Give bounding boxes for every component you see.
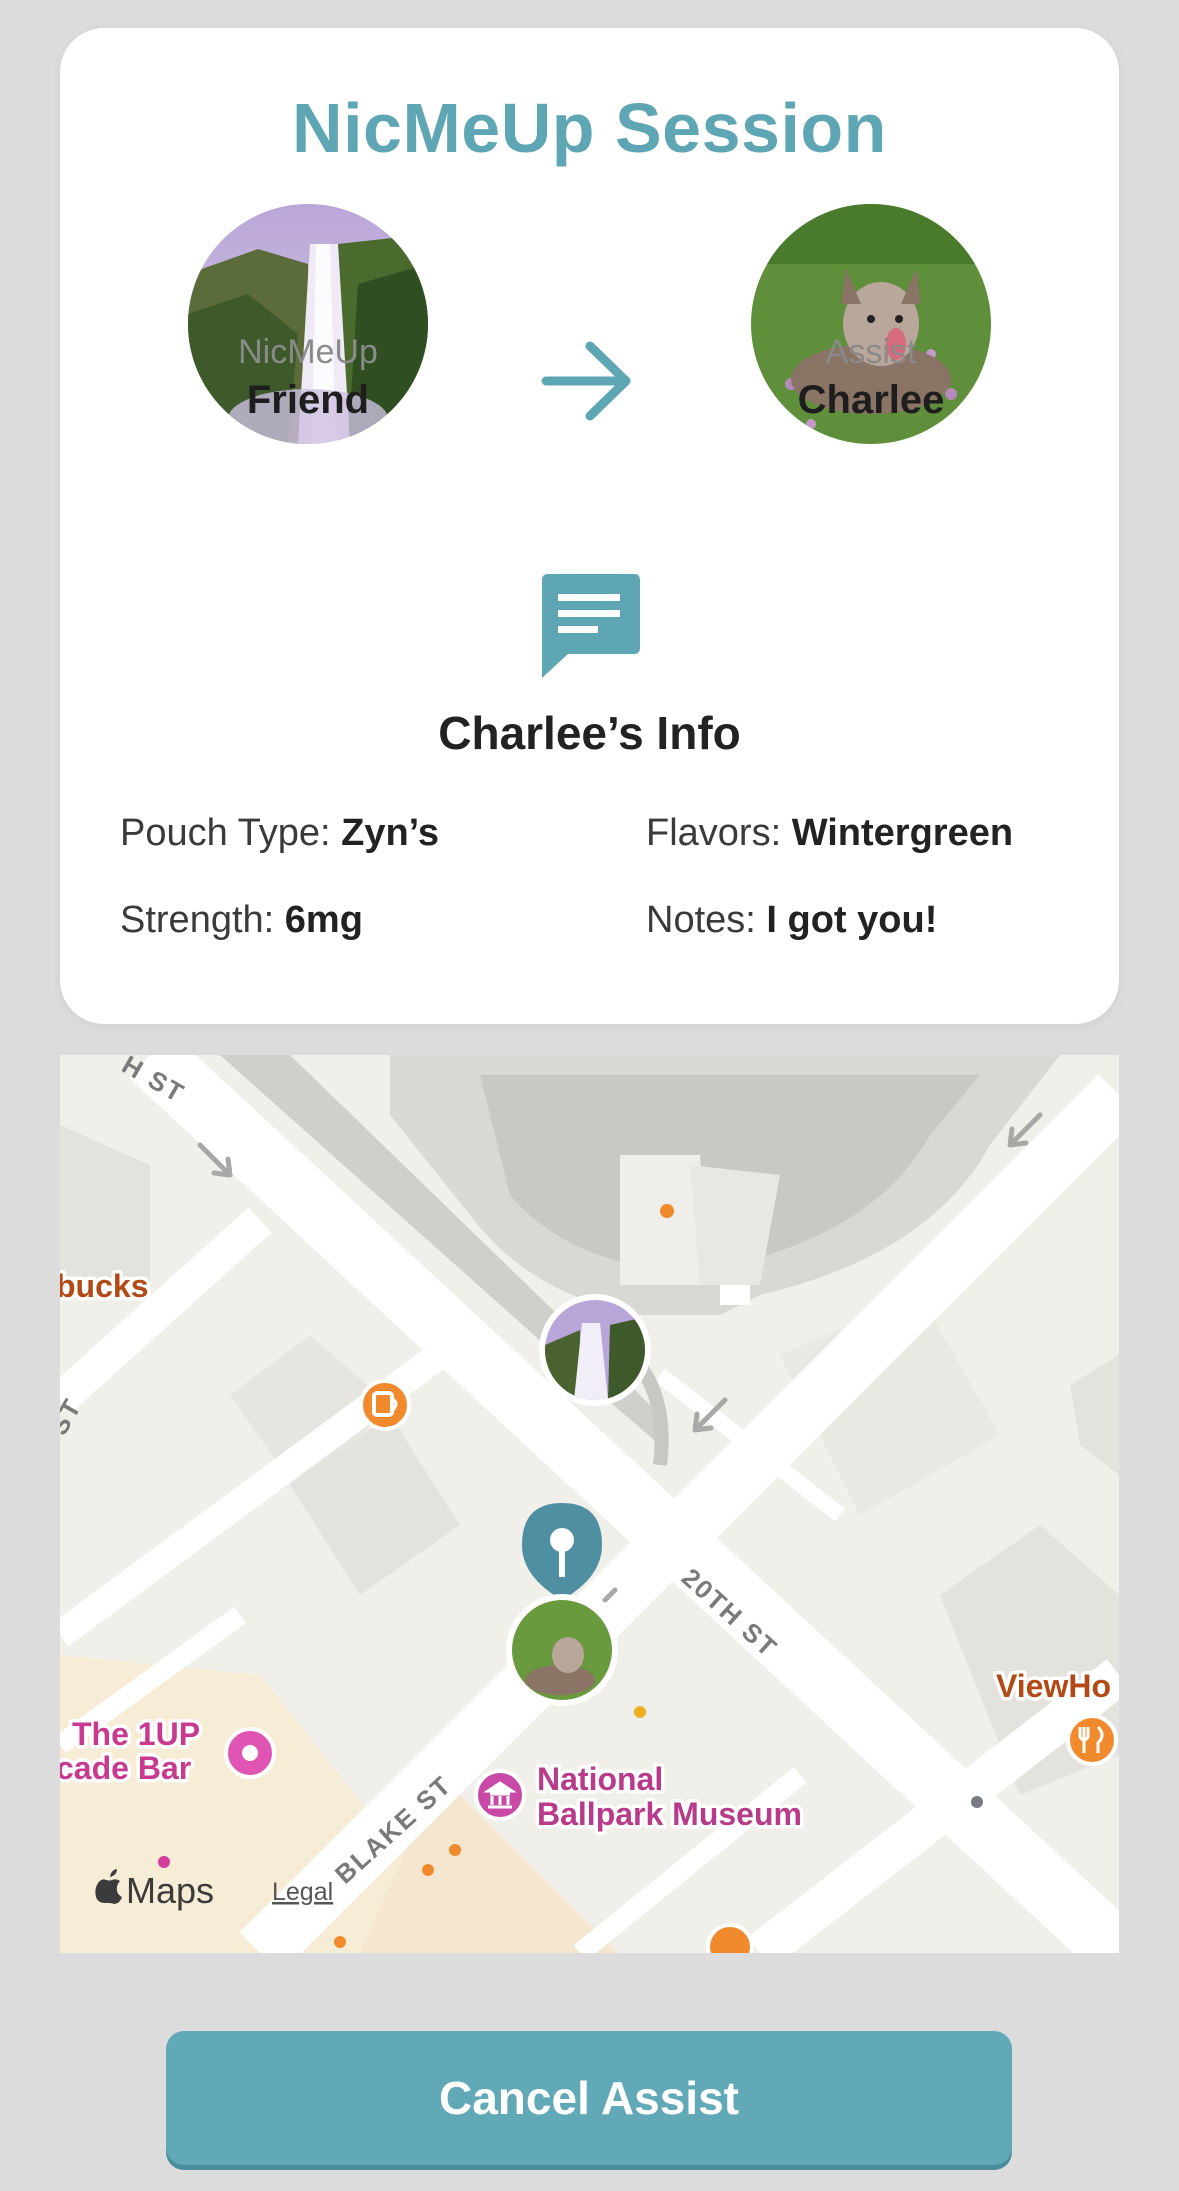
cafe-poi-icon[interactable] (359, 1379, 411, 1431)
legal-link[interactable]: Legal (272, 1878, 333, 1906)
viewhouse-label[interactable]: ViewHo (993, 1665, 1115, 1708)
arrow-right-icon (541, 341, 631, 421)
flavors-value: Wintergreen (791, 812, 1014, 854)
friend-location-marker[interactable] (539, 1294, 651, 1406)
maps-attribution: Maps (126, 1870, 214, 1911)
notes-field: Notes: I got you! (646, 899, 937, 942)
friend-name: Friend (246, 378, 370, 422)
bar-label-line2[interactable]: cade Bar (60, 1747, 195, 1790)
pouch-type-field: Pouch Type: Zyn’s (120, 812, 439, 855)
restaurant-poi-icon[interactable] (1066, 1714, 1118, 1766)
charlee-name: Charlee (797, 378, 945, 422)
bar-poi-icon[interactable] (224, 1727, 276, 1779)
charlee-location-marker[interactable] (506, 1594, 618, 1706)
notes-label: Notes: (646, 899, 767, 941)
museum-poi-icon[interactable] (474, 1769, 526, 1821)
charlee-role: Assist (825, 333, 917, 371)
museum-label-line2[interactable]: Ballpark Museum (534, 1793, 806, 1836)
map-view[interactable]: bucks The 1UP cade Bar National Ballpark… (60, 1055, 1119, 1953)
info-title: Charlee’s Info (438, 707, 741, 759)
cancel-assist-button[interactable]: Cancel Assist (166, 2031, 1012, 2165)
flavors-label: Flavors: (646, 812, 792, 854)
museum-label-line1[interactable]: National (534, 1758, 667, 1801)
pouch-type-label: Pouch Type: (120, 812, 342, 854)
session-card: NicMeUp Session NicMeUp Friend Assist Ch… (60, 28, 1119, 1024)
strength-value: 6mg (284, 899, 363, 941)
pouch-type-value: Zyn’s (341, 812, 439, 854)
message-icon (542, 574, 640, 678)
map-canvas[interactable]: bucks The 1UP cade Bar National Ballpark… (60, 1055, 1119, 1953)
strength-label: Strength: (120, 899, 285, 941)
starbucks-label[interactable]: bucks (60, 1265, 152, 1308)
notes-value: I got you! (766, 899, 938, 941)
friend-role: NicMeUp (238, 333, 378, 371)
bar-label-line1[interactable]: The 1UP (69, 1713, 204, 1756)
flavors-field: Flavors: Wintergreen (646, 812, 1013, 855)
session-title: NicMeUp Session (292, 89, 887, 167)
strength-field: Strength: 6mg (120, 899, 363, 942)
